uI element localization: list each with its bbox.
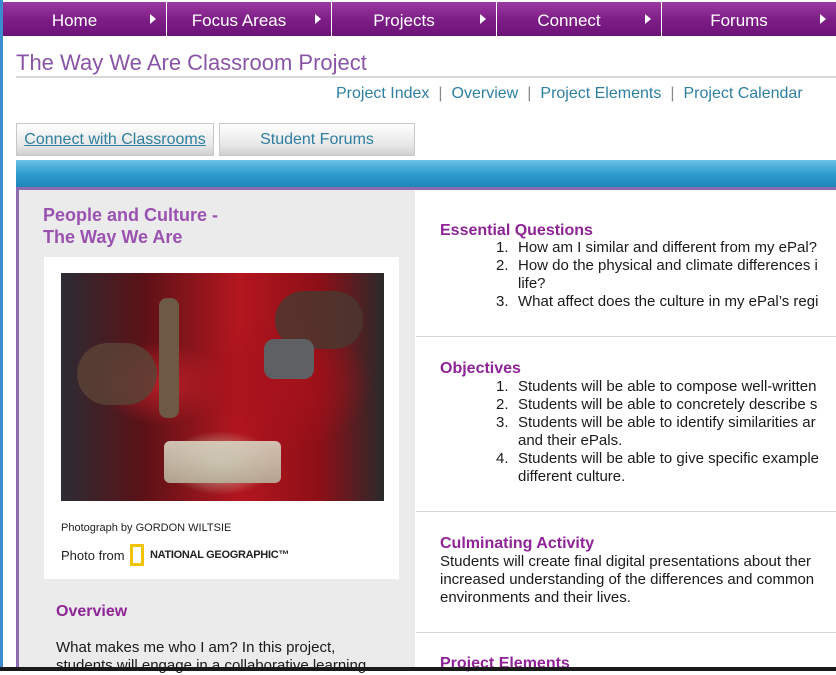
objectives-heading: Objectives — [440, 360, 521, 377]
top-nav: Home Focus Areas Projects Connect Forums — [3, 0, 836, 38]
nav-forums-label: Forums — [710, 11, 768, 30]
project-heading-line1: People and Culture - — [43, 205, 219, 225]
subnav-separator: | — [438, 85, 443, 102]
project-heading-line2: The Way We Are — [43, 227, 183, 247]
section-header-bar — [16, 160, 836, 190]
nav-connect-label: Connect — [537, 11, 601, 30]
arrow-right-icon — [645, 14, 651, 24]
subnav-project-index[interactable]: Project Index — [336, 85, 429, 102]
objectives-section: Objectives 1. Students will be able to co… — [416, 337, 836, 512]
subnav-overview[interactable]: Overview — [452, 85, 519, 102]
window-edge — [0, 0, 3, 671]
culminating-activity-section: Culminating Activity Students will creat… — [416, 512, 836, 633]
project-heading: People and Culture - The Way We Are — [43, 204, 218, 248]
list-item: 3. Students will be able to identify simi… — [496, 414, 816, 449]
nav-projects[interactable]: Projects — [332, 2, 497, 36]
project-elements-section: Project Elements — [416, 633, 836, 672]
subnav-project-calendar[interactable]: Project Calendar — [683, 85, 802, 102]
objectives-list: 1. Students will be able to compose well-… — [440, 378, 836, 486]
essential-questions-list: 1. How am I similar and different from my… — [440, 239, 836, 311]
window-bottom-edge — [0, 667, 836, 671]
arrow-right-icon — [315, 14, 321, 24]
photo-detail — [264, 339, 314, 379]
culminating-activity-line: Students will create final digital prese… — [440, 553, 812, 570]
list-item: 4. Students will be able to give specific… — [496, 450, 819, 485]
tab-student-forums[interactable]: Student Forums — [219, 123, 415, 156]
subnav-project-elements[interactable]: Project Elements — [540, 85, 661, 102]
subnav-separator: | — [670, 85, 675, 102]
main-content: Essential Questions 1. How am I similar a… — [416, 197, 836, 672]
project-photo — [61, 273, 384, 501]
list-item: 2. How do the physical and climate differ… — [496, 257, 818, 292]
logo-text: NATIONAL GEOGRAPHIC™ — [150, 549, 290, 561]
photo-detail — [159, 298, 179, 418]
list-item: 3. What affect does the culture in my ePa… — [496, 293, 819, 310]
project-subnav: Project Index | Overview | Project Elements |… — [336, 85, 803, 103]
nav-home[interactable]: Home — [3, 2, 167, 36]
list-item: 2. Students will be able to concretely de… — [496, 396, 818, 413]
nav-connect[interactable]: Connect — [497, 2, 662, 36]
list-item: 1. How am I similar and different from my… — [496, 239, 817, 256]
nav-focus-areas[interactable]: Focus Areas — [167, 2, 332, 36]
photo-card: Photograph by GORDON WILTSIE Photo from … — [44, 257, 399, 579]
left-sidebar: People and Culture - The Way We Are Phot… — [16, 190, 415, 674]
page-title: The Way We Are Classroom Project — [16, 50, 367, 75]
arrow-right-icon — [480, 14, 486, 24]
nav-home-label: Home — [51, 11, 98, 30]
tab-forums-label: Student Forums — [260, 131, 374, 148]
photo-credit: Photograph by GORDON WILTSIE — [61, 522, 232, 534]
photo-detail — [77, 343, 157, 405]
essential-questions-heading: Essential Questions — [440, 222, 593, 239]
overview-heading: Overview — [56, 603, 128, 620]
tab-connect-label: Connect with Classrooms — [24, 131, 206, 148]
culminating-activity-line: increased understanding of the differenc… — [440, 571, 815, 588]
title-divider — [16, 76, 836, 78]
yellow-frame-icon — [130, 544, 144, 566]
arrow-right-icon — [150, 14, 156, 24]
tab-connect-with-classrooms[interactable]: Connect with Classrooms — [16, 123, 214, 156]
essential-questions-section: Essential Questions 1. How am I similar a… — [416, 197, 836, 337]
photo-detail — [164, 441, 281, 483]
culminating-activity-line: environments and their lives. — [440, 589, 631, 606]
subnav-separator: | — [527, 85, 532, 102]
list-item: 1. Students will be able to compose well-… — [496, 378, 817, 395]
nav-forums[interactable]: Forums — [662, 2, 836, 36]
nav-focus-areas-label: Focus Areas — [191, 11, 287, 30]
nav-projects-label: Projects — [373, 11, 435, 30]
arrow-right-icon — [820, 14, 826, 24]
culminating-activity-heading: Culminating Activity — [440, 535, 595, 552]
photo-source-label: Photo from — [61, 548, 125, 563]
